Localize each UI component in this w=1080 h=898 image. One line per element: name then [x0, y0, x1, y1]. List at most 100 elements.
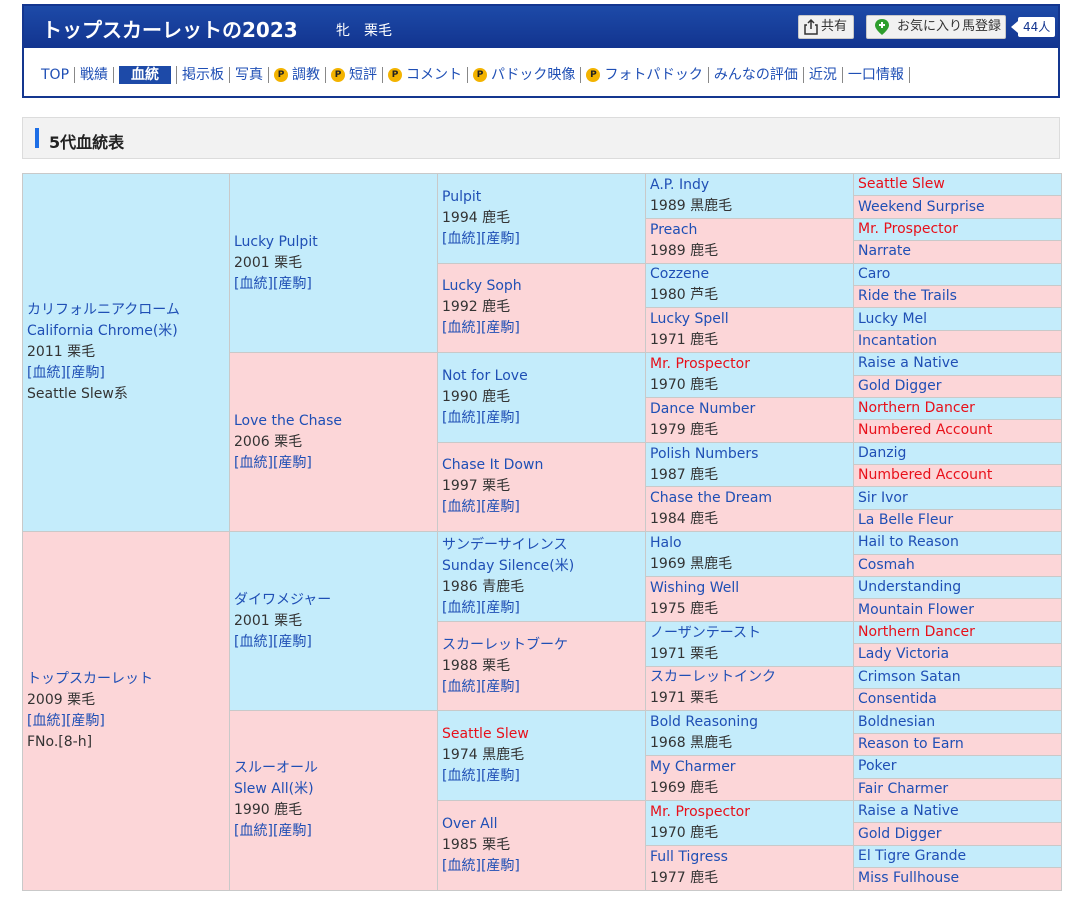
ancestor-name-en-link[interactable]: Sunday Silence(米) [442, 558, 574, 574]
nav-item-10[interactable]: みんなの評価 [709, 67, 804, 83]
pedigree-link[interactable]: [血統] [442, 600, 481, 616]
ancestor-name-link[interactable]: Miss Fullhouse [858, 870, 959, 886]
ancestor-name-link[interactable]: Not for Love [442, 368, 528, 384]
nav-item-2[interactable]: 血統 [114, 66, 178, 84]
offspring-link[interactable]: [産駒] [66, 713, 105, 729]
ancestor-name-link[interactable]: Mr. Prospector [650, 804, 750, 820]
ancestor-name-link[interactable]: Dance Number [650, 401, 755, 417]
offspring-link[interactable]: [産駒] [481, 679, 520, 695]
ancestor-name-link[interactable]: サンデーサイレンス [442, 537, 567, 553]
offspring-link[interactable]: [産駒] [273, 276, 312, 292]
ancestor-name-link[interactable]: Raise a Native [858, 355, 959, 371]
pedigree-link[interactable]: [血統] [234, 455, 273, 471]
ancestor-name-link[interactable]: Gold Digger [858, 378, 941, 394]
offspring-link[interactable]: [産駒] [481, 768, 520, 784]
ancestor-name-link[interactable]: Poker [858, 758, 897, 774]
share-button[interactable]: 共有 [798, 15, 854, 39]
ancestor-name-link[interactable]: Seattle Slew [858, 176, 945, 192]
nav-item-5[interactable]: P 調教 [269, 67, 327, 83]
pedigree-link[interactable]: [血統] [442, 858, 481, 874]
ancestor-name-link[interactable]: Understanding [858, 579, 961, 595]
nav-item-0[interactable]: TOP [41, 67, 76, 83]
ancestor-name-link[interactable]: Hail to Reason [858, 534, 959, 550]
ancestor-name-link[interactable]: Narrate [858, 243, 911, 259]
ancestor-name-link[interactable]: Numbered Account [858, 422, 992, 438]
ancestor-name-link[interactable]: ダイワメジャー [234, 592, 331, 608]
ancestor-name-link[interactable]: Mr. Prospector [858, 221, 958, 237]
pedigree-link[interactable]: [血統] [27, 713, 66, 729]
ancestor-name-link[interactable]: Lucky Mel [858, 311, 927, 327]
ancestor-name-link[interactable]: Weekend Surprise [858, 199, 985, 215]
ancestor-name-en-link[interactable]: California Chrome(米) [27, 323, 178, 339]
ancestor-name-link[interactable]: トップスカーレット [27, 671, 153, 687]
ancestor-name-link[interactable]: Caro [858, 266, 890, 282]
ancestor-name-link[interactable]: スカーレットブーケ [442, 637, 568, 653]
nav-item-8[interactable]: P パドック映像 [468, 67, 582, 83]
ancestor-name-link[interactable]: Over All [442, 816, 497, 832]
pedigree-link[interactable]: [血統] [234, 634, 273, 650]
pedigree-link[interactable]: [血統] [234, 276, 273, 292]
pedigree-link[interactable]: [血統] [442, 410, 481, 426]
ancestor-name-link[interactable]: Lucky Spell [650, 311, 729, 327]
ancestor-name-link[interactable]: El Tigre Grande [858, 848, 966, 864]
nav-item-3[interactable]: 掲示板 [177, 67, 231, 83]
nav-item-9[interactable]: P フォトパドック [581, 67, 709, 83]
ancestor-name-link[interactable]: Lucky Pulpit [234, 234, 318, 250]
ancestor-name-link[interactable]: Northern Dancer [858, 400, 975, 416]
ancestor-name-link[interactable]: Fair Charmer [858, 781, 948, 797]
ancestor-name-link[interactable]: Boldnesian [858, 714, 935, 730]
ancestor-name-link[interactable]: ノーザンテースト [650, 625, 761, 641]
ancestor-name-link[interactable]: Preach [650, 222, 697, 238]
offspring-link[interactable]: [産駒] [481, 600, 520, 616]
ancestor-name-link[interactable]: Chase It Down [442, 457, 543, 473]
ancestor-name-link[interactable]: Wishing Well [650, 580, 739, 596]
ancestor-name-link[interactable]: Ride the Trails [858, 288, 957, 304]
ancestor-name-link[interactable]: Sir Ivor [858, 490, 908, 506]
pedigree-link[interactable]: [血統] [442, 320, 481, 336]
offspring-link[interactable]: [産駒] [481, 858, 520, 874]
ancestor-name-link[interactable]: Lucky Soph [442, 278, 522, 294]
offspring-link[interactable]: [産駒] [481, 231, 520, 247]
favorite-button[interactable]: お気に入り馬登録 [866, 15, 1006, 39]
offspring-link[interactable]: [産駒] [273, 823, 312, 839]
ancestor-name-link[interactable]: Danzig [858, 445, 906, 461]
offspring-link[interactable]: [産駒] [273, 455, 312, 471]
ancestor-name-link[interactable]: Numbered Account [858, 467, 992, 483]
nav-item-4[interactable]: 写真 [230, 67, 270, 83]
ancestor-name-link[interactable]: Mountain Flower [858, 602, 974, 618]
ancestor-name-link[interactable]: Raise a Native [858, 803, 959, 819]
ancestor-name-link[interactable]: スカーレットインク [650, 669, 776, 685]
ancestor-name-link[interactable]: My Charmer [650, 759, 736, 775]
ancestor-name-link[interactable]: Pulpit [442, 189, 481, 205]
ancestor-name-link[interactable]: Northern Dancer [858, 624, 975, 640]
ancestor-name-link[interactable]: Mr. Prospector [650, 356, 750, 372]
ancestor-name-link[interactable]: Love the Chase [234, 413, 342, 429]
ancestor-name-link[interactable]: Chase the Dream [650, 490, 772, 506]
nav-item-6[interactable]: P 短評 [326, 67, 384, 83]
nav-item-11[interactable]: 近況 [804, 67, 843, 83]
ancestor-name-en-link[interactable]: Slew All(米) [234, 781, 314, 797]
ancestor-name-link[interactable]: Crimson Satan [858, 669, 961, 685]
nav-item-1[interactable]: 戦績 [75, 67, 115, 83]
ancestor-name-link[interactable]: カリフォルニアクローム [27, 302, 180, 318]
offspring-link[interactable]: [産駒] [273, 634, 312, 650]
ancestor-name-link[interactable]: Lady Victoria [858, 646, 949, 662]
pedigree-link[interactable]: [血統] [442, 679, 481, 695]
pedigree-link[interactable]: [血統] [442, 768, 481, 784]
offspring-link[interactable]: [産駒] [481, 320, 520, 336]
nav-item-12[interactable]: 一口情報 [843, 67, 910, 83]
pedigree-link[interactable]: [血統] [442, 231, 481, 247]
ancestor-name-link[interactable]: Reason to Earn [858, 736, 964, 752]
ancestor-name-link[interactable]: Polish Numbers [650, 446, 758, 462]
offspring-link[interactable]: [産駒] [481, 410, 520, 426]
offspring-link[interactable]: [産駒] [481, 499, 520, 515]
ancestor-name-link[interactable]: A.P. Indy [650, 177, 709, 193]
ancestor-name-link[interactable]: Consentida [858, 691, 937, 707]
ancestor-name-link[interactable]: Cozzene [650, 266, 709, 282]
ancestor-name-link[interactable]: Full Tigress [650, 849, 728, 865]
pedigree-link[interactable]: [血統] [442, 499, 481, 515]
ancestor-name-link[interactable]: La Belle Fleur [858, 512, 953, 528]
ancestor-name-link[interactable]: Cosmah [858, 557, 915, 573]
ancestor-name-link[interactable]: Incantation [858, 333, 937, 349]
pedigree-link[interactable]: [血統] [234, 823, 273, 839]
